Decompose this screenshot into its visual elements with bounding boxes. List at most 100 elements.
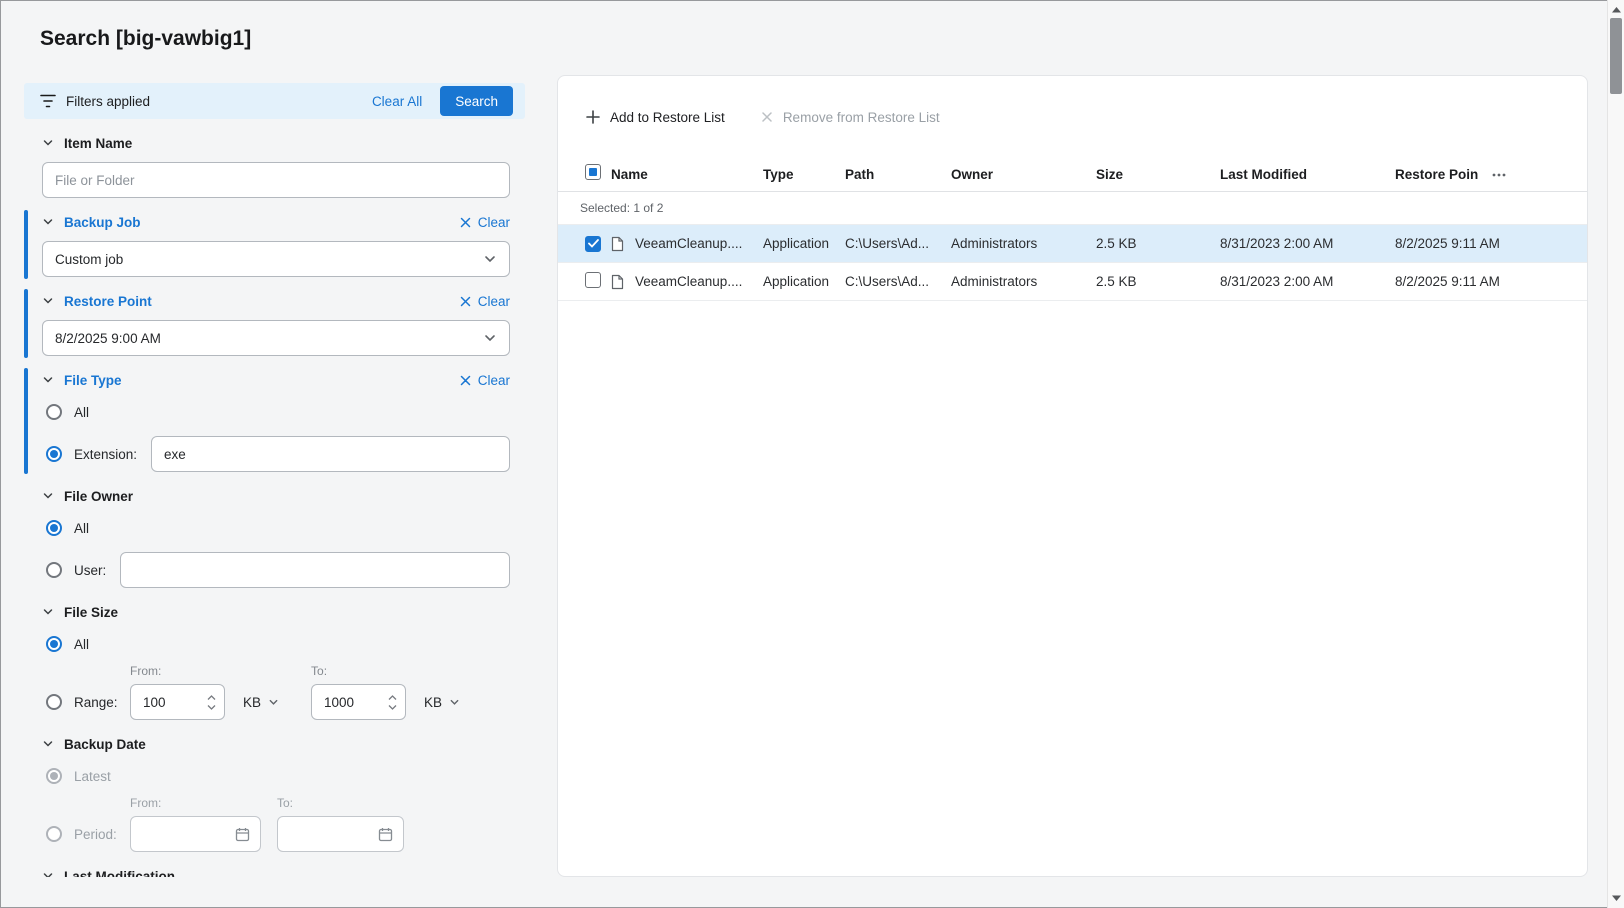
column-header-name[interactable]: Name [611,167,763,182]
remove-from-restore-list-label: Remove from Restore List [782,109,940,125]
chevron-down-icon[interactable] [42,490,54,502]
cell-last-modified: 8/31/2023 2:00 AM [1220,274,1334,289]
chevron-down-icon[interactable] [42,374,54,386]
clear-label: Clear [477,293,510,309]
size-from-label: From: [130,664,162,678]
filter-label-file-size: File Size [64,604,119,620]
filter-label-backup-job: Backup Job [64,214,141,230]
chevron-down-icon[interactable] [42,606,54,618]
file-owner-all-label: All [74,520,90,536]
date-from-input[interactable] [141,826,235,842]
size-from-input[interactable] [131,694,189,710]
chevron-down-icon[interactable] [42,137,54,149]
file-type-extension-label: Extension: [74,446,138,462]
chevron-down-icon[interactable] [42,738,54,750]
extension-input[interactable] [151,436,510,472]
clear-all-link[interactable]: Clear All [372,94,422,109]
filter-section-file-size: File Size All Range: From: 100 KB To: 10… [24,604,525,720]
row-checkbox[interactable] [585,272,601,288]
add-to-restore-list-label: Add to Restore List [610,109,725,125]
restore-point-clear-button[interactable]: Clear [460,294,510,309]
backup-job-select[interactable]: Custom job [42,241,510,277]
file-owner-user-input[interactable] [120,552,510,588]
column-header-path[interactable]: Path [845,167,951,182]
filter-label-last-modification: Last Modification [64,868,175,878]
size-to-input[interactable] [312,694,371,710]
backup-job-value: Custom job [55,251,124,267]
backup-date-period-label: Period: [74,826,117,842]
calendar-icon[interactable] [378,827,393,842]
restore-point-value: 8/2/2025 9:00 AM [55,330,161,346]
scroll-up-button[interactable] [1608,2,1624,18]
cell-name: VeeamCleanup.... [635,274,743,289]
chevron-down-icon[interactable] [42,870,54,877]
filter-label-file-type: File Type [64,372,122,388]
file-type-clear-button[interactable]: Clear [460,373,510,388]
filter-section-backup-date: Backup Date Latest Period: From: To: [24,736,525,852]
column-header-type[interactable]: Type [763,167,845,182]
backup-date-period-radio[interactable] [46,826,62,842]
file-type-extension-radio[interactable] [46,446,62,462]
column-header-restore-point[interactable]: Restore Poin [1395,167,1567,182]
cell-last-modified: 8/31/2023 2:00 AM [1220,236,1334,251]
filter-label-item-name: Item Name [64,135,133,151]
backup-date-latest-radio[interactable] [46,768,62,784]
filters-applied-label: Filters applied [66,93,151,109]
date-to-label: To: [277,796,294,810]
calendar-icon[interactable] [235,827,250,842]
filter-section-last-modification: Last Modification [24,868,525,877]
select-all-checkbox[interactable] [585,164,601,180]
row-checkbox[interactable] [585,235,601,252]
number-stepper[interactable] [388,694,397,710]
restore-point-header-label: Restore Poin [1395,167,1479,182]
number-stepper[interactable] [207,694,216,710]
filter-section-item-name: Item Name [24,135,525,198]
size-to-input-group [311,684,407,720]
scrollbar[interactable] [1607,0,1624,908]
scrollbar-thumb[interactable] [1610,18,1622,94]
cell-restore-point: 8/2/2025 9:11 AM [1395,236,1500,251]
file-size-range-radio[interactable] [46,694,62,710]
table-row[interactable]: VeeamCleanup.... Application C:\Users\Ad… [558,225,1587,263]
column-menu-icon[interactable] [1492,173,1506,177]
item-name-input[interactable] [42,162,510,198]
size-from-unit-select[interactable]: KB [243,695,279,710]
column-header-size[interactable]: Size [1096,167,1220,182]
column-header-owner[interactable]: Owner [951,167,1096,182]
table-header-row: Name Type Path Owner Size Last Modified … [558,158,1587,192]
results-panel: Add to Restore List Remove from Restore … [557,75,1588,877]
date-from-input-group [130,816,261,852]
restore-point-select[interactable]: 8/2/2025 9:00 AM [42,320,510,356]
remove-from-restore-list-button[interactable]: Remove from Restore List [761,110,940,125]
file-size-all-label: All [74,636,90,652]
clear-x-icon [460,217,471,228]
filter-section-backup-job: Backup Job Clear Custom job [24,210,525,279]
backup-job-clear-button[interactable]: Clear [460,215,510,230]
file-owner-all-radio[interactable] [46,520,62,536]
filter-section-file-owner: File Owner All User: [24,488,525,588]
file-size-all-radio[interactable] [46,636,62,652]
chevron-down-icon[interactable] [42,216,54,228]
filter-section-file-type: File Type Clear All Extension: [24,368,525,474]
filter-label-file-owner: File Owner [64,488,134,504]
scroll-down-button[interactable] [1608,890,1624,906]
backup-date-latest-label: Latest [74,768,111,784]
chevron-down-icon [483,331,497,345]
filter-section-restore-point: Restore Point Clear 8/2/2025 9:00 AM [24,289,525,358]
table-row[interactable]: VeeamCleanup.... Application C:\Users\Ad… [558,263,1587,301]
search-button[interactable]: Search [440,86,513,116]
file-owner-user-radio[interactable] [46,562,62,578]
size-from-input-group [130,684,225,720]
size-to-unit-select[interactable]: KB [424,695,460,710]
chevron-down-icon[interactable] [42,295,54,307]
file-type-all-radio[interactable] [46,404,62,420]
clear-x-icon [460,375,471,386]
filters-header: Filters applied Clear All Search [24,83,525,119]
filters-panel: Filters applied Clear All Search Item Na… [24,83,525,877]
date-to-input-group [277,816,404,852]
size-from-unit-value: KB [243,695,262,710]
size-to-unit-value: KB [424,695,443,710]
date-to-input[interactable] [288,826,378,842]
add-to-restore-list-button[interactable]: Add to Restore List [586,110,725,125]
column-header-last-modified[interactable]: Last Modified [1220,167,1395,182]
